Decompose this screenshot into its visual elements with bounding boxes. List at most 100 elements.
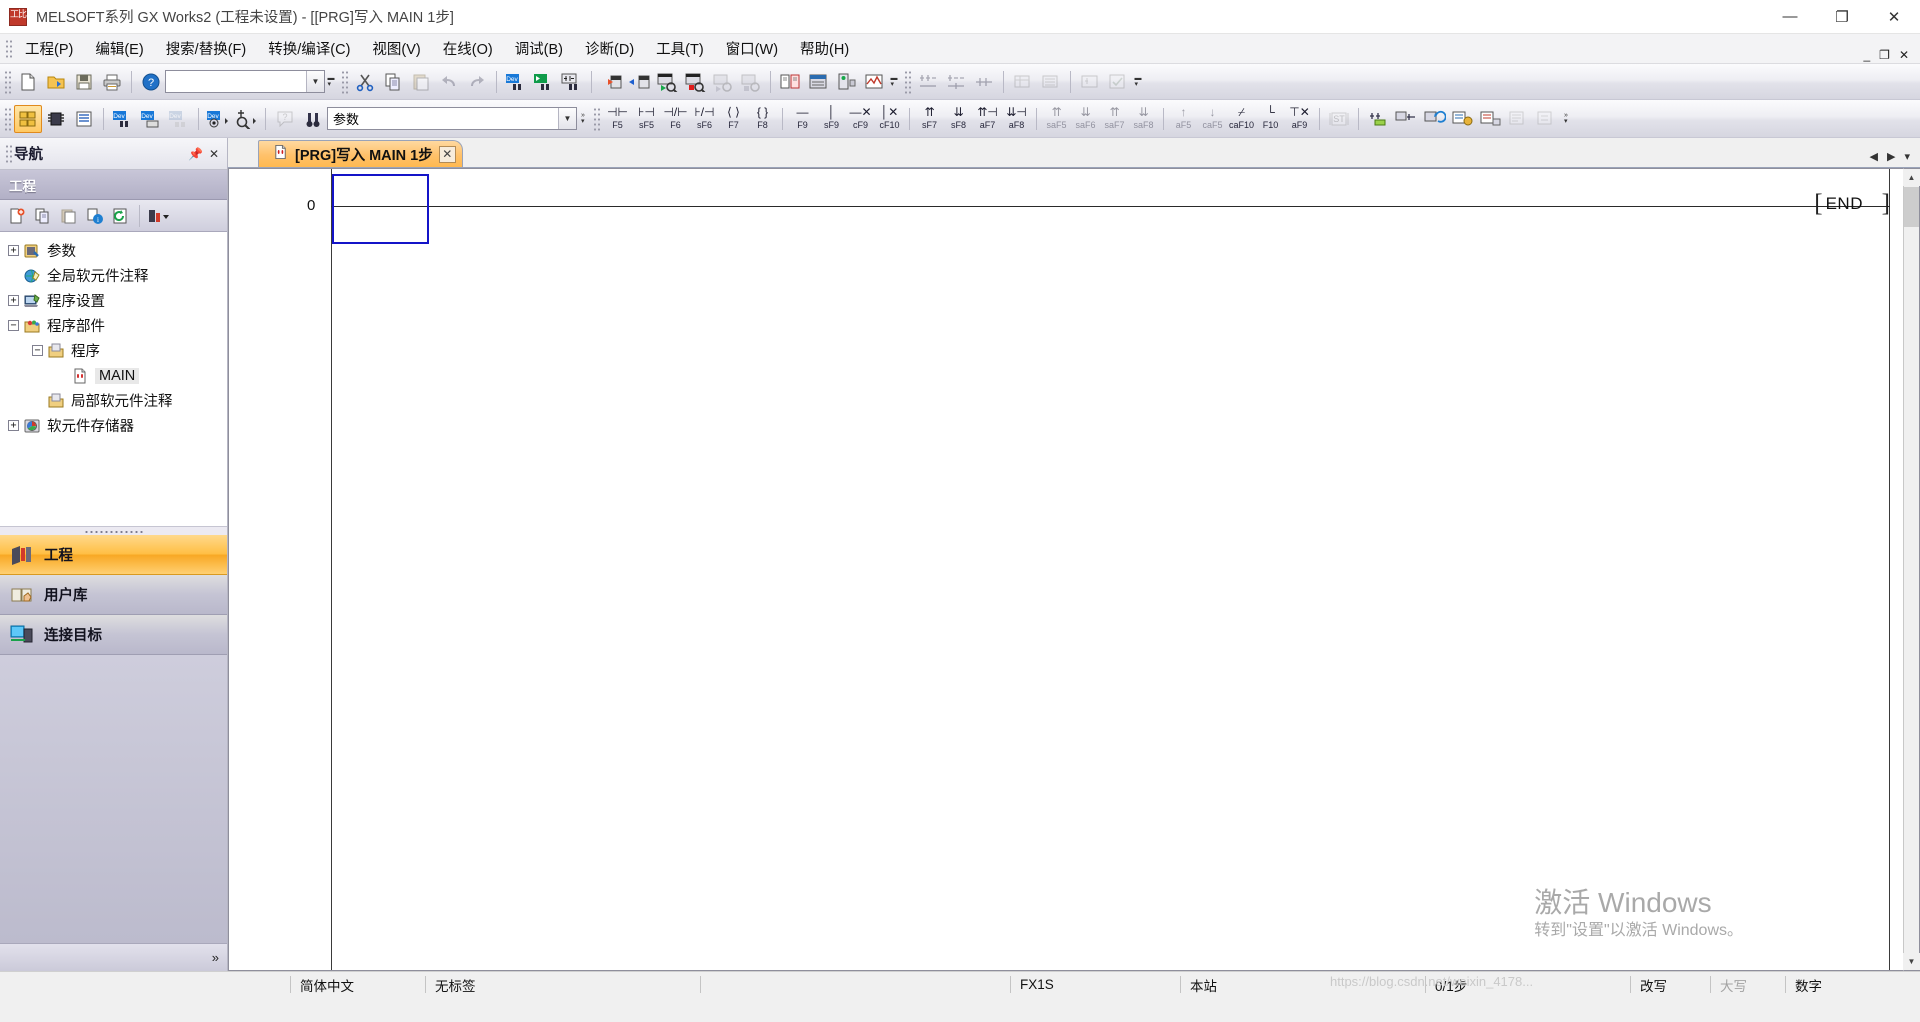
menu-grip-handle[interactable] xyxy=(4,37,12,60)
ladder-canvas[interactable]: 0 [ END ] 激活 Windows 转到"设置"以激活 Windows。 xyxy=(228,168,1903,971)
document-tab-main[interactable]: [PRG]写入 MAIN 1步 ✕ xyxy=(258,140,463,167)
menu-help[interactable]: 帮助(H) xyxy=(789,35,860,62)
print-button[interactable] xyxy=(98,68,126,96)
menu-project[interactable]: 工程(P) xyxy=(14,35,84,62)
open-contact-branch-button[interactable]: ⊦⊣ sF5 xyxy=(632,102,661,136)
device-find-button[interactable]: Dev xyxy=(502,68,530,96)
device-probe-button[interactable] xyxy=(232,105,260,133)
redo-button[interactable] xyxy=(463,68,491,96)
monitor-start-button[interactable] xyxy=(653,68,681,96)
paste-button[interactable] xyxy=(407,68,435,96)
tree-node-program-setting[interactable]: + 程序设置 xyxy=(0,288,227,313)
nav-button-user-library[interactable]: 用户库 xyxy=(0,575,227,615)
scrollbar-thumb[interactable] xyxy=(1904,187,1919,227)
menu-tool[interactable]: 工具(T) xyxy=(645,35,715,62)
find-binoculars-button[interactable] xyxy=(299,105,327,133)
refresh-tree-button[interactable] xyxy=(108,203,134,229)
navigation-splitter[interactable] xyxy=(0,526,227,535)
tree-node-main-program[interactable]: MAIN xyxy=(0,363,227,388)
ladder-tool-button[interactable] xyxy=(1076,68,1104,96)
minimize-button[interactable]: — xyxy=(1764,0,1816,33)
plc-parameter-button[interactable] xyxy=(42,105,70,133)
horizontal-line-button[interactable]: — F9 xyxy=(788,102,817,136)
tab-next-button[interactable]: ▶ xyxy=(1887,150,1895,163)
monitor-device-button[interactable] xyxy=(737,68,765,96)
note-display-button[interactable] xyxy=(1504,105,1532,133)
tree-view-options-button[interactable] xyxy=(145,203,171,229)
toolbar-overflow-3[interactable]: ▬ ▾ xyxy=(1132,67,1144,97)
device-watch-button[interactable]: Dev xyxy=(204,105,232,133)
nav-button-project[interactable]: 工程 xyxy=(0,535,227,575)
view-mode-combo[interactable]: ▼ xyxy=(165,70,325,93)
context-help-button[interactable]: ? xyxy=(271,105,299,133)
tree-node-pou[interactable]: − 程序部件 xyxy=(0,313,227,338)
read-from-plc-button[interactable] xyxy=(625,68,653,96)
contact-coil-find-button[interactable] xyxy=(558,68,586,96)
step-ladder-up-button[interactable] xyxy=(914,68,942,96)
program-list-button[interactable] xyxy=(70,105,98,133)
paste-data-button[interactable] xyxy=(56,203,82,229)
coil-button[interactable]: ⟨ ⟩ F7 xyxy=(719,102,748,136)
copy-button[interactable] xyxy=(379,68,407,96)
ladder-cell-cursor[interactable] xyxy=(332,174,429,244)
close-icon[interactable]: ✕ xyxy=(438,145,456,163)
navigation-toggle-button[interactable] xyxy=(14,104,42,133)
delete-line-button[interactable]: ⊤✕ aF9 xyxy=(1285,102,1314,136)
vertical-line-button[interactable]: │ sF9 xyxy=(817,102,846,136)
parameter-combo[interactable]: 参数 ▼ xyxy=(327,107,577,130)
delete-horizontal-line-button[interactable]: —✕ cF9 xyxy=(846,102,875,136)
cut-button[interactable] xyxy=(351,68,379,96)
tree-node-local-device-comment[interactable]: 局部软元件注释 xyxy=(0,388,227,413)
plc-memory-button[interactable] xyxy=(804,68,832,96)
delete-vertical-line-button[interactable]: │✕ cF10 xyxy=(875,102,904,136)
menu-diagnostics[interactable]: 诊断(D) xyxy=(574,35,645,62)
toolbar-grip-2[interactable] xyxy=(341,69,348,94)
program-check-button[interactable] xyxy=(1104,68,1132,96)
mdi-restore-button[interactable]: ❐ xyxy=(1876,49,1893,61)
closed-contact-branch-button[interactable]: ⊦/⊣ sF6 xyxy=(690,102,719,136)
device-search-button[interactable]: Dev xyxy=(109,105,137,133)
toolbar2-grip-1[interactable] xyxy=(4,106,11,131)
expander-icon[interactable]: − xyxy=(32,345,43,356)
ladder-insert-button[interactable] xyxy=(1392,105,1420,133)
menu-debug[interactable]: 调试(B) xyxy=(504,35,574,62)
menu-find-replace[interactable]: 搜索/替换(F) xyxy=(155,35,258,62)
toolbar2-overflow-2[interactable]: » ▾ xyxy=(1560,104,1572,134)
falling-pulse-button[interactable]: ⇊ sF8 xyxy=(944,102,973,136)
copy-data-button[interactable] xyxy=(30,203,56,229)
menu-online[interactable]: 在线(O) xyxy=(432,35,504,62)
device-batch-button[interactable] xyxy=(1009,68,1037,96)
close-icon[interactable]: ✕ xyxy=(207,147,221,161)
step-ladder-down-button[interactable] xyxy=(942,68,970,96)
tab-list-button[interactable]: ▾ xyxy=(1904,150,1910,163)
toolbar-overflow-2[interactable]: ▬ ▾ xyxy=(888,67,900,97)
tree-node-global-device-comment[interactable]: 全局软元件注释 xyxy=(0,263,227,288)
expander-icon[interactable]: + xyxy=(8,295,19,306)
menu-convert-compile[interactable]: 转换/编译(C) xyxy=(257,35,361,62)
application-instruction-button[interactable]: { } F8 xyxy=(748,102,777,136)
invert-falling-branch-button[interactable]: ⇊ saF8 xyxy=(1129,102,1158,136)
invert-rising-branch-button[interactable]: ⇈ saF7 xyxy=(1100,102,1129,136)
vertical-scrollbar[interactable]: ▲ ▼ xyxy=(1903,168,1920,971)
falling-pulse-branch-button[interactable]: ⇊⊣ aF8 xyxy=(1002,102,1031,136)
structured-text-button[interactable]: ST xyxy=(1325,105,1353,133)
data-properties-button[interactable]: i xyxy=(82,203,108,229)
remote-operation-button[interactable] xyxy=(832,68,860,96)
tab-prev-button[interactable]: ◀ xyxy=(1870,150,1878,163)
undo-button[interactable] xyxy=(435,68,463,96)
invert-falling-button[interactable]: ⇊ saF6 xyxy=(1071,102,1100,136)
plc-diagnostics-button[interactable] xyxy=(860,68,888,96)
tree-node-program-folder[interactable]: − 程序 xyxy=(0,338,227,363)
invert-rising-button[interactable]: ⇈ saF5 xyxy=(1042,102,1071,136)
navigation-grip[interactable] xyxy=(4,142,12,165)
expander-icon[interactable]: − xyxy=(8,320,19,331)
scroll-down-button[interactable]: ▼ xyxy=(1903,953,1920,970)
end-instruction-block[interactable]: [ END xyxy=(1814,191,1863,216)
toolbar2-overflow-1[interactable]: » ▾ xyxy=(577,104,589,134)
help-button[interactable]: ? xyxy=(137,68,165,96)
device-list-button[interactable] xyxy=(1037,68,1065,96)
expander-icon[interactable]: + xyxy=(8,420,19,431)
device-table-button[interactable]: Dev xyxy=(137,105,165,133)
pin-icon[interactable]: 📌 xyxy=(186,147,205,161)
new-project-button[interactable] xyxy=(14,68,42,96)
